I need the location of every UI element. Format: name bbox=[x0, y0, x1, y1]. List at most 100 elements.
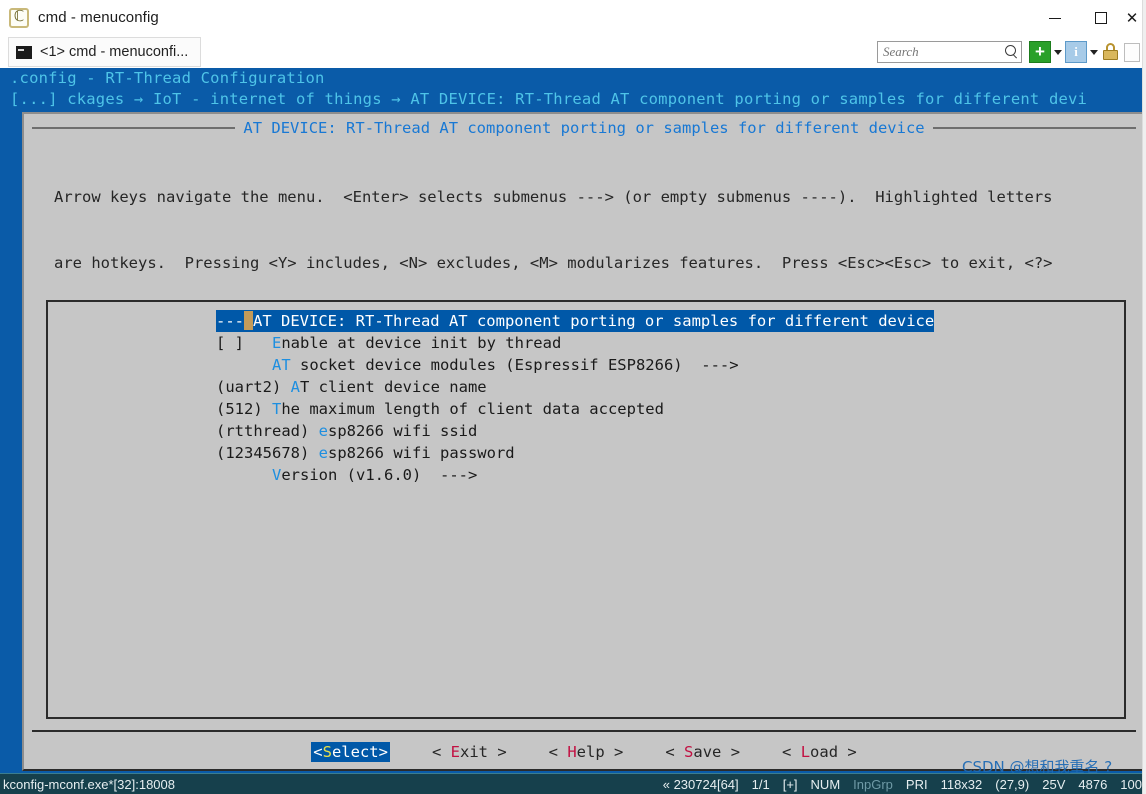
menu-list: --- AT DEVICE: RT-Thread AT component por… bbox=[48, 310, 1124, 486]
status-process: kconfig-mconf.exe*[32]:18008 bbox=[3, 776, 175, 792]
toolbar: + i bbox=[877, 36, 1144, 68]
button-label: oad bbox=[810, 743, 839, 761]
menu-item-label: AT DEVICE: RT-Thread AT component portin… bbox=[253, 312, 935, 330]
info-icon: i bbox=[1074, 44, 1078, 59]
tab-label: <1> cmd - menuconfi... bbox=[40, 44, 189, 60]
button-bracket-open: < bbox=[431, 743, 451, 761]
kconfig-dialog: AT DEVICE: RT-Thread AT component portin… bbox=[22, 112, 1146, 771]
header-rule-right bbox=[932, 127, 1137, 129]
help-line-2: are hotkeys. Pressing <Y> includes, <N> … bbox=[54, 254, 1053, 272]
status-zoom: 25V bbox=[1042, 777, 1066, 792]
button-bracket-close: > bbox=[604, 743, 624, 761]
window-title-bar: ℂ cmd - menuconfig ✕ bbox=[0, 0, 1146, 36]
menu-item-5[interactable]: (rtthread) esp8266 wifi ssid bbox=[48, 420, 1124, 442]
search-input[interactable] bbox=[883, 44, 1004, 60]
chevron-down-icon bbox=[1090, 49, 1098, 55]
button-hotkey: S bbox=[322, 743, 332, 761]
dialog-button-exit[interactable]: < Exit > bbox=[432, 743, 507, 761]
button-hotkey: L bbox=[800, 743, 811, 761]
button-bracket-open: < bbox=[665, 743, 685, 761]
button-label: elp bbox=[576, 743, 605, 761]
menu-item-prefix: --- bbox=[216, 312, 244, 330]
dialog-separator bbox=[32, 730, 1136, 732]
menu-item-0[interactable]: --- AT DEVICE: RT-Thread AT component por… bbox=[216, 310, 935, 332]
header-rule-left bbox=[32, 127, 236, 129]
menu-item-hotkey: AT bbox=[272, 356, 291, 374]
button-bracket-open: < bbox=[782, 743, 801, 761]
status-coords: (27,9) bbox=[995, 777, 1030, 792]
status-pri: PRI bbox=[905, 777, 928, 792]
window-controls: ✕ bbox=[1032, 0, 1146, 36]
maximize-button[interactable] bbox=[1078, 1, 1124, 35]
status-inpgrp: InpGrp bbox=[853, 777, 893, 792]
menu-item-prefix bbox=[216, 356, 272, 374]
new-console-dropdown[interactable] bbox=[1051, 41, 1065, 63]
cmder-icon: ℂ bbox=[9, 7, 29, 28]
kconfig-header-title: .config - RT-Thread Configuration bbox=[10, 69, 325, 87]
dialog-button-save[interactable]: < Save > bbox=[665, 743, 740, 761]
search-box[interactable] bbox=[877, 41, 1022, 63]
dialog-button-help[interactable]: < Help > bbox=[549, 743, 624, 761]
kconfig-breadcrumb: [...] ckages → IoT - internet of things … bbox=[10, 90, 1088, 108]
menu-item-prefix: (rtthread) bbox=[216, 422, 319, 440]
menu-item-4[interactable]: (512) The maximum length of client data … bbox=[48, 398, 1124, 420]
button-bracket-open: < bbox=[548, 743, 568, 761]
menu-item-hotkey: e bbox=[318, 422, 328, 440]
terminal-console: .config - RT-Thread Configuration [...] … bbox=[0, 68, 1146, 773]
menu-item-2[interactable]: AT socket device modules (Espressif ESP8… bbox=[48, 354, 1124, 376]
info-button[interactable]: i bbox=[1065, 41, 1087, 63]
status-pct: 100 bbox=[1120, 777, 1142, 792]
button-label: ave bbox=[693, 743, 722, 761]
status-right-group: « 230724[64] 1/1 [+] NUM InpGrp PRI 118x… bbox=[663, 774, 1142, 794]
help-line-1: Arrow keys navigate the menu. <Enter> se… bbox=[54, 188, 1053, 206]
blank-panel-icon[interactable] bbox=[1124, 42, 1140, 62]
button-bracket-open: < bbox=[313, 743, 323, 761]
menu-item-hotkey: V bbox=[272, 466, 282, 484]
cursor-block bbox=[244, 311, 253, 330]
dialog-button-select[interactable]: <Select> bbox=[311, 742, 390, 762]
button-hotkey: E bbox=[450, 743, 460, 761]
button-label: xit bbox=[459, 743, 488, 761]
menu-item-label: socket device modules (Espressif ESP8266… bbox=[290, 356, 739, 374]
menu-item-label: sp8266 wifi password bbox=[328, 444, 515, 462]
cmder-window: ℂ cmd - menuconfig ✕ <1> cmd - menuconfi… bbox=[0, 0, 1146, 794]
page-scrollbar[interactable] bbox=[1142, 0, 1146, 794]
status-size: 118x32 bbox=[940, 777, 983, 792]
button-label: elect bbox=[331, 743, 379, 761]
button-bracket-close: > bbox=[487, 743, 507, 761]
console-icon bbox=[16, 45, 32, 59]
button-bracket-close: > bbox=[838, 743, 857, 761]
chevron-down-icon bbox=[1054, 49, 1062, 55]
status-bar: kconfig-mconf.exe*[32]:18008 « 230724[64… bbox=[0, 773, 1146, 794]
new-console-button[interactable]: + bbox=[1029, 41, 1051, 63]
menu-item-prefix: (512) bbox=[216, 400, 272, 418]
menu-item-prefix bbox=[216, 466, 272, 484]
dialog-button-load[interactable]: < Load > bbox=[782, 743, 857, 761]
menu-item-hotkey: A bbox=[290, 378, 300, 396]
menu-item-hotkey: E bbox=[272, 334, 282, 352]
dialog-title: AT DEVICE: RT-Thread AT component portin… bbox=[243, 119, 925, 137]
status-pages: 1/1 bbox=[751, 777, 770, 792]
menu-item-label: sp8266 wifi ssid bbox=[328, 422, 478, 440]
menu-item-label: ersion (v1.6.0) ---> bbox=[281, 466, 478, 484]
menu-item-hotkey: e bbox=[318, 444, 328, 462]
menu-list-box[interactable]: --- AT DEVICE: RT-Thread AT component por… bbox=[46, 300, 1126, 719]
menu-item-6[interactable]: (12345678) esp8266 wifi password bbox=[48, 442, 1124, 464]
lock-icon[interactable] bbox=[1101, 41, 1121, 63]
menu-item-label: nable at device init by thread bbox=[281, 334, 562, 352]
menu-item-prefix: [ ] bbox=[216, 334, 272, 352]
status-flag: [+] bbox=[782, 777, 798, 792]
minimize-button[interactable] bbox=[1032, 1, 1078, 35]
search-icon[interactable] bbox=[1004, 45, 1018, 59]
status-num: NUM bbox=[810, 777, 841, 792]
button-hotkey: S bbox=[684, 743, 694, 761]
tab-cmd-menuconfig[interactable]: <1> cmd - menuconfi... bbox=[8, 37, 202, 67]
menu-item-1[interactable]: [ ] Enable at device init by thread bbox=[48, 332, 1124, 354]
menu-item-7[interactable]: Version (v1.6.0) ---> bbox=[48, 464, 1124, 486]
dialog-header: AT DEVICE: RT-Thread AT component portin… bbox=[24, 116, 1144, 140]
menu-item-prefix: (12345678) bbox=[216, 444, 319, 462]
info-dropdown[interactable] bbox=[1087, 41, 1101, 63]
menu-item-label: T client device name bbox=[300, 378, 487, 396]
button-bracket-close: > bbox=[378, 743, 388, 761]
menu-item-3[interactable]: (uart2) AT client device name bbox=[48, 376, 1124, 398]
